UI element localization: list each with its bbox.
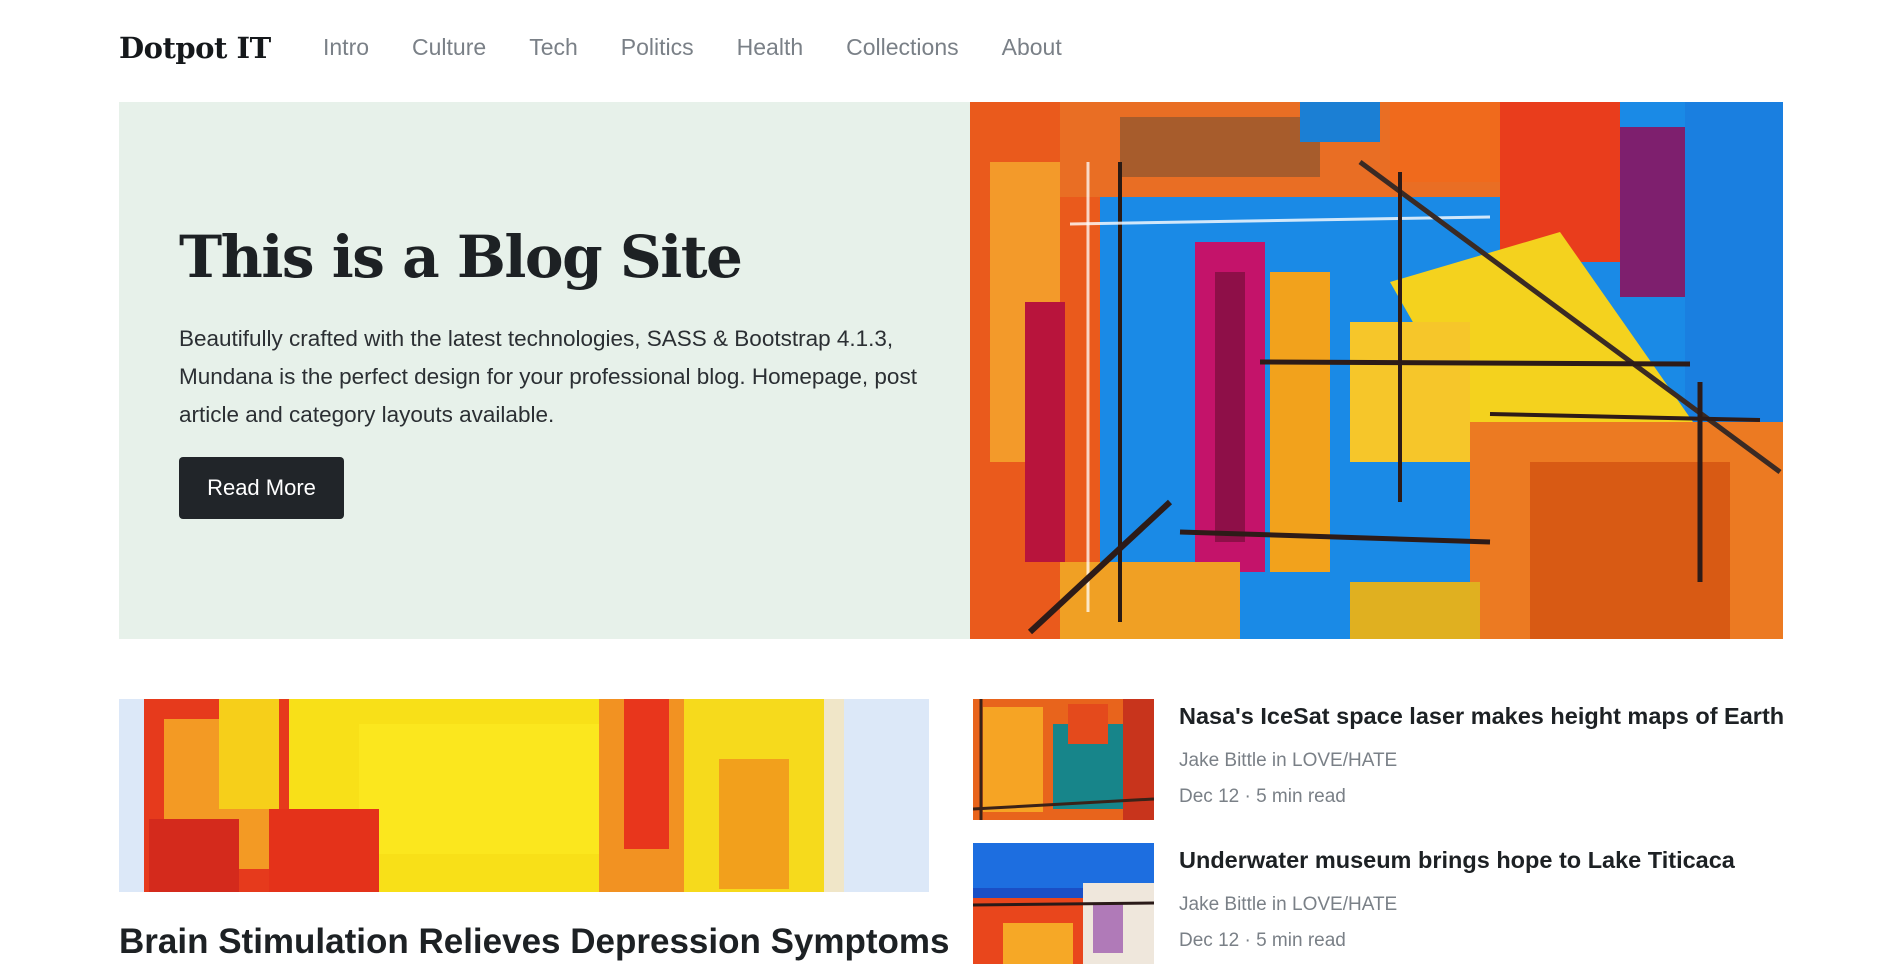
post-thumbnail[interactable] [973, 699, 1154, 820]
post-author: Jake Bittle in LOVE/HATE [1179, 894, 1398, 915]
nav-link-tech[interactable]: Tech [529, 34, 578, 61]
post-author: Jake Bittle in LOVE/HATE [1179, 750, 1398, 771]
hero-title: This is a Blog Site [179, 223, 743, 291]
post-meta: Dec 12 · 5 min read [1179, 930, 1346, 951]
brand-logo[interactable]: Dotpot IT [119, 31, 271, 65]
hero-image [970, 102, 1783, 639]
post-thumbnail[interactable] [973, 843, 1154, 964]
navbar: Dotpot IT Intro Culture Tech Politics He… [0, 0, 1895, 100]
post-title[interactable]: Underwater museum brings hope to Lake Ti… [1179, 847, 1735, 874]
nav-link-health[interactable]: Health [737, 34, 803, 61]
featured-title[interactable]: Brain Stimulation Relieves Depression Sy… [119, 922, 950, 962]
nav-link-culture[interactable]: Culture [412, 34, 486, 61]
hero-description: Beautifully crafted with the latest tech… [179, 326, 917, 427]
post-title[interactable]: Nasa's IceSat space laser makes height m… [1179, 703, 1784, 730]
read-more-button[interactable]: Read More [179, 457, 344, 519]
post-meta: Dec 12 · 5 min read [1179, 786, 1346, 807]
nav-link-politics[interactable]: Politics [621, 34, 694, 61]
featured-image[interactable] [119, 699, 929, 892]
nav-link-collections[interactable]: Collections [846, 34, 959, 61]
hero-panel: This is a Blog Site Beautifully crafted … [119, 102, 970, 639]
main-nav: Intro Culture Tech Politics Health Colle… [323, 34, 1105, 61]
nav-link-intro[interactable]: Intro [323, 34, 369, 61]
nav-link-about[interactable]: About [1002, 34, 1062, 61]
